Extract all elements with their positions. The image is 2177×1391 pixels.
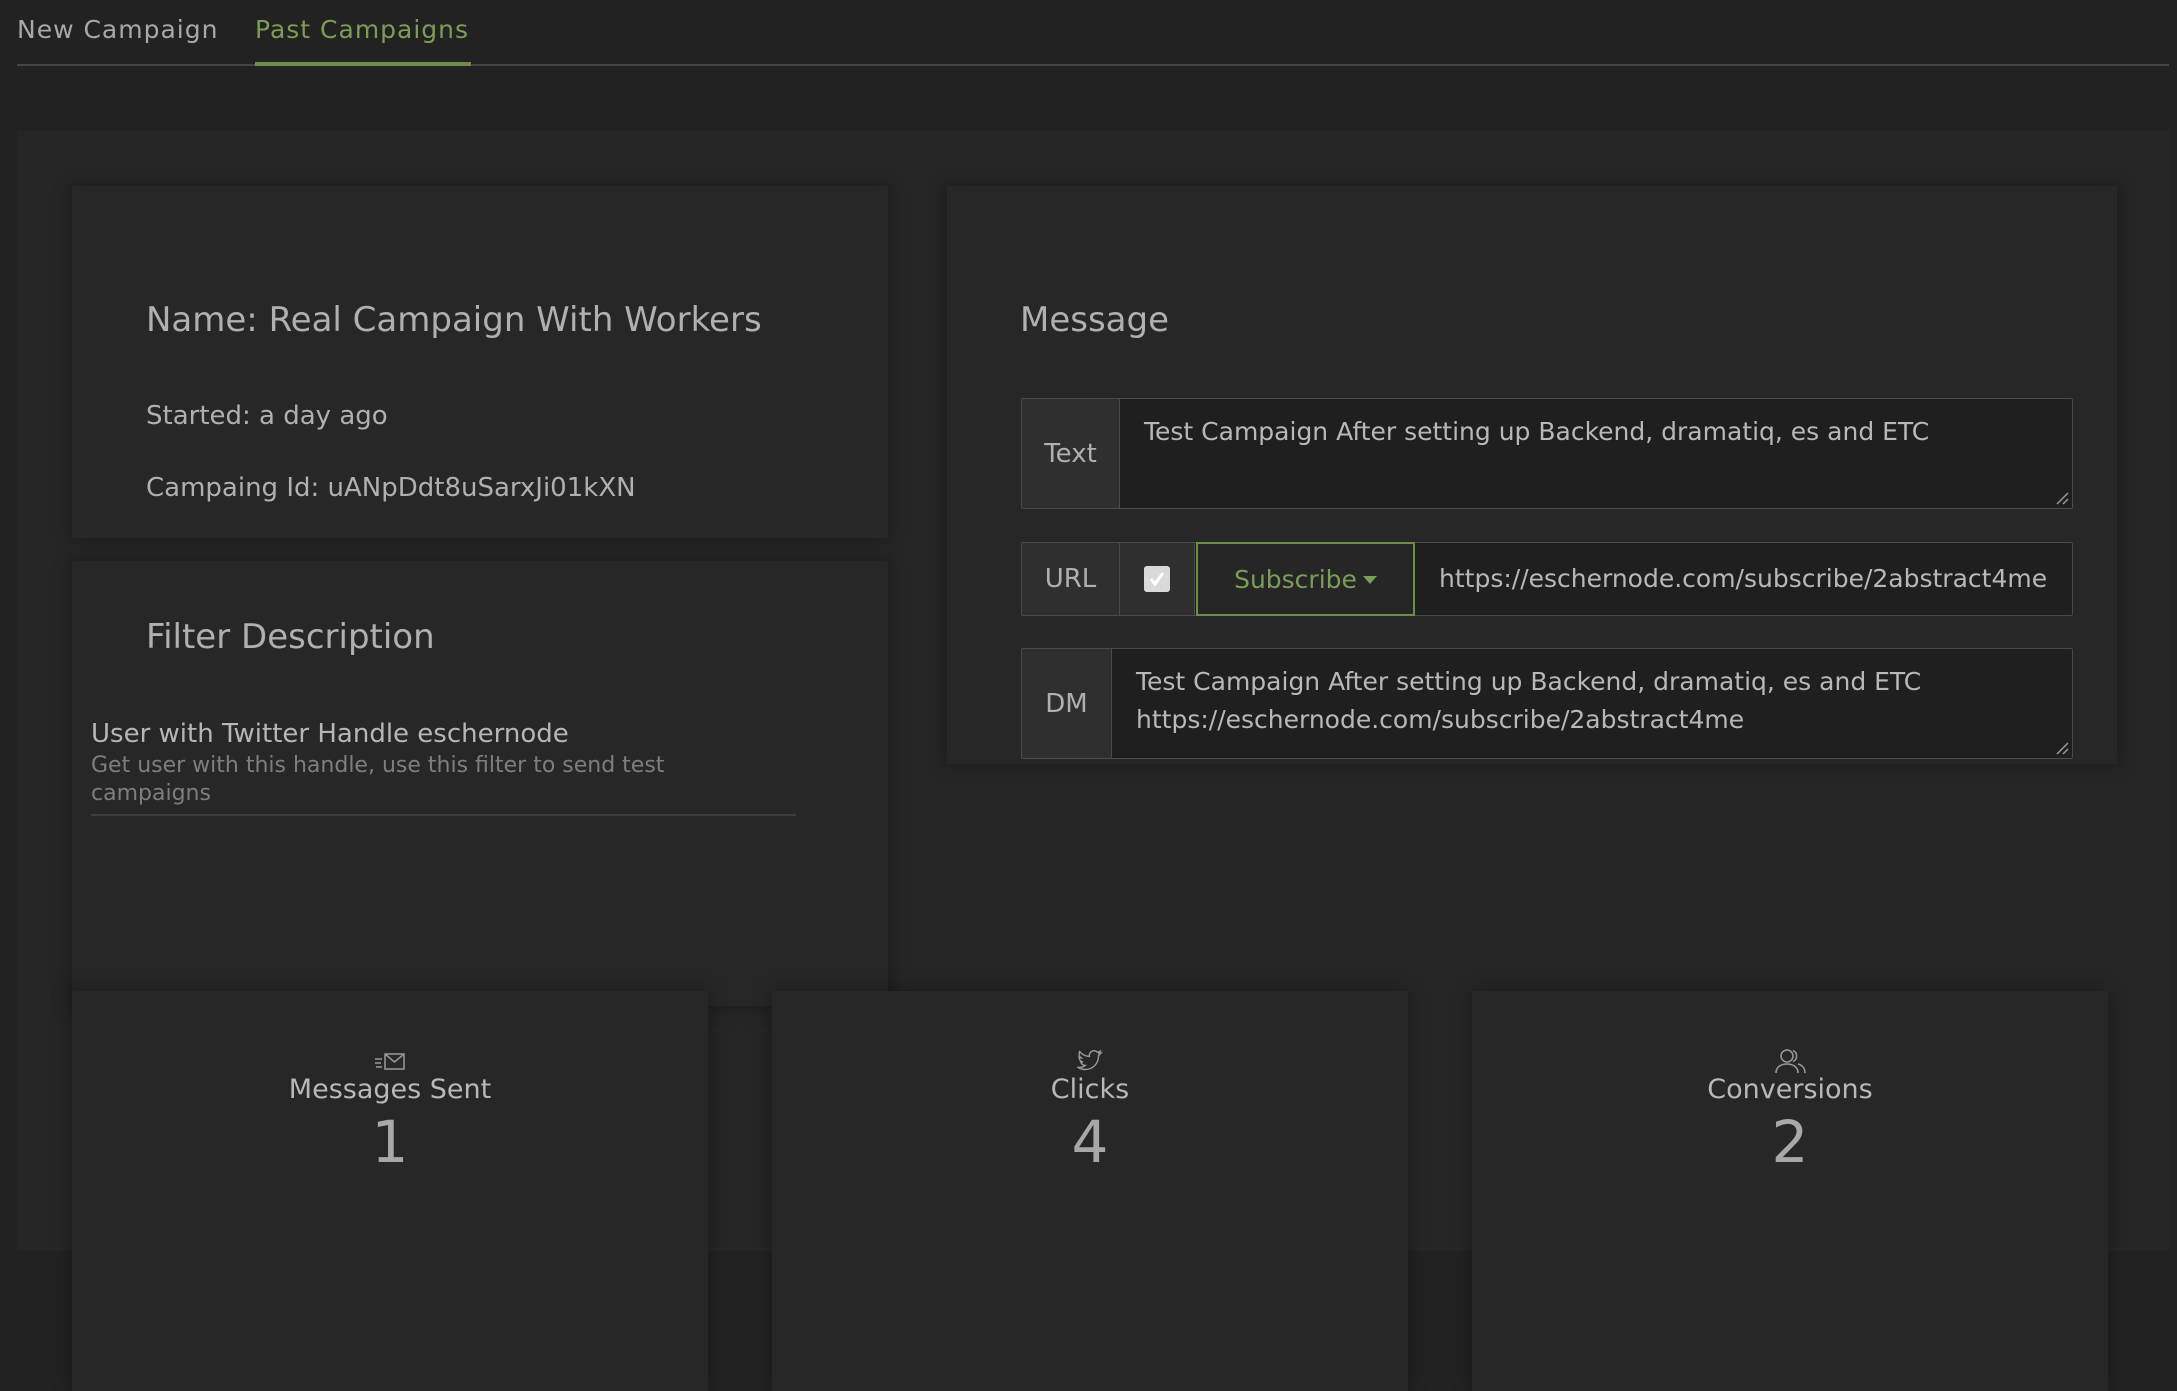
filter-description: Get user with this handle, use this filt… <box>91 753 665 806</box>
stat-card-clicks: Clicks 4 <box>772 991 1408 1391</box>
stat-card-messages-sent: Messages Sent 1 <box>72 991 708 1391</box>
stat-value: 4 <box>1071 1108 1109 1176</box>
tab-past-campaigns[interactable]: Past Campaigns <box>255 0 472 66</box>
stat-value: 2 <box>1771 1108 1809 1176</box>
url-type-label: Subscribe <box>1234 564 1357 594</box>
checkmark-icon <box>1149 572 1165 587</box>
stat-card-conversions: Conversions 2 <box>1472 991 2108 1391</box>
users-icon <box>1775 1049 1806 1074</box>
campaign-started: Started: a day ago <box>146 401 388 431</box>
url-enabled-checkbox[interactable] <box>1144 566 1170 592</box>
stat-label: Clicks <box>1050 1074 1130 1105</box>
message-heading: Message <box>1020 300 1170 340</box>
text-label: Text <box>1022 399 1120 508</box>
filter-list-item: User with Twitter Handle eschernode Get … <box>91 716 796 816</box>
dm-field[interactable]: Test Campaign After setting up Backend, … <box>1136 663 2056 739</box>
campaign-id: Campaing Id: uANpDdt8uSarxJi01kXN <box>146 473 636 503</box>
resize-handle-icon[interactable] <box>2055 741 2069 755</box>
url-field[interactable]: https://eschernode.com/subscribe/2abstra… <box>1439 560 2059 598</box>
dm-input-group: DM Test Campaign After setting up Backen… <box>1021 648 2073 759</box>
filter-title: User with Twitter Handle eschernode <box>91 719 569 749</box>
url-type-dropdown[interactable]: Subscribe <box>1196 542 1415 616</box>
stat-label: Conversions <box>1707 1074 1873 1105</box>
resize-handle-icon[interactable] <box>2055 491 2069 505</box>
campaign-detail-panel: Name: Real Campaign With Workers Started… <box>17 131 2169 1391</box>
url-input-group: URL Subscribe https://eschernode.com/sub… <box>1021 542 2073 616</box>
text-input-group: Text Test Campaign After setting up Back… <box>1021 398 2073 509</box>
url-label: URL <box>1022 543 1120 615</box>
stat-value: 1 <box>371 1108 409 1176</box>
twitter-bird-icon <box>1077 1049 1103 1071</box>
dm-label: DM <box>1022 649 1112 758</box>
message-card: Message Text Test Campaign After setting… <box>947 186 2117 764</box>
messages-icon <box>375 1053 405 1070</box>
filter-heading: Filter Description <box>146 617 435 657</box>
url-checkbox-cell <box>1120 543 1195 615</box>
stat-label: Messages Sent <box>288 1074 492 1105</box>
caret-down-icon <box>1362 576 1377 584</box>
tab-bar: New Campaign Past Campaigns <box>17 0 2169 66</box>
campaign-info-card: Name: Real Campaign With Workers Started… <box>72 186 888 538</box>
campaign-name: Name: Real Campaign With Workers <box>146 300 762 340</box>
text-field[interactable]: Test Campaign After setting up Backend, … <box>1144 413 2044 451</box>
tab-new-campaign[interactable]: New Campaign <box>17 0 218 66</box>
